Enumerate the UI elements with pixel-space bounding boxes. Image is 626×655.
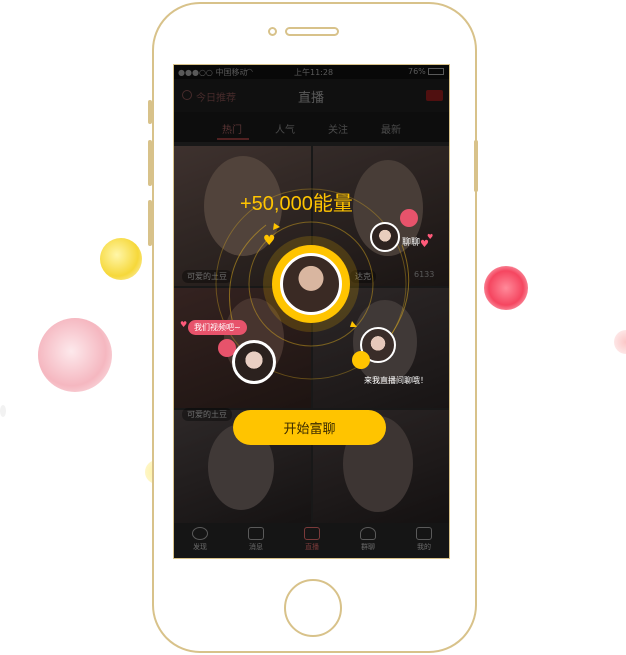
earpiece-speaker bbox=[285, 27, 339, 36]
home-button[interactable] bbox=[284, 579, 342, 637]
decor-pink-blob-large bbox=[38, 318, 112, 392]
heart-icon: ♥ bbox=[180, 320, 188, 329]
heart-icon: ♥ bbox=[263, 233, 276, 249]
decor-pink-blob-edge bbox=[614, 330, 626, 354]
decor-yellow-blob bbox=[100, 238, 142, 280]
app-screen: ●●●○○ 中国移动 ◠ 上午11:28 76% 今日推荐 直播 热门 人气 关… bbox=[173, 64, 450, 559]
decor-pink-blob-right bbox=[484, 266, 528, 310]
volume-down-button bbox=[148, 200, 152, 246]
invite-bubble-label: 来我直播间聊哦！ bbox=[364, 376, 428, 385]
start-chat-label: 开始富聊 bbox=[283, 422, 336, 437]
video-chat-bubble: 我们视频吧~ bbox=[188, 320, 247, 335]
power-button bbox=[474, 140, 478, 192]
start-chat-button[interactable]: 开始富聊 bbox=[233, 410, 386, 445]
chat-bubble-label: 聊聊 bbox=[402, 238, 421, 248]
live-tv-icon bbox=[352, 351, 370, 369]
video-user-avatar bbox=[232, 340, 276, 384]
front-camera bbox=[268, 27, 277, 36]
decor-dot bbox=[0, 405, 6, 417]
volume-up-button bbox=[148, 140, 152, 186]
energy-reward-text: +50,000能量 bbox=[240, 193, 353, 215]
main-user-photo bbox=[280, 253, 342, 315]
chat-bubble-icon bbox=[400, 209, 418, 227]
heart-icon: ♥ bbox=[427, 233, 434, 241]
mute-switch bbox=[148, 100, 152, 124]
chat-user-avatar bbox=[370, 222, 400, 252]
